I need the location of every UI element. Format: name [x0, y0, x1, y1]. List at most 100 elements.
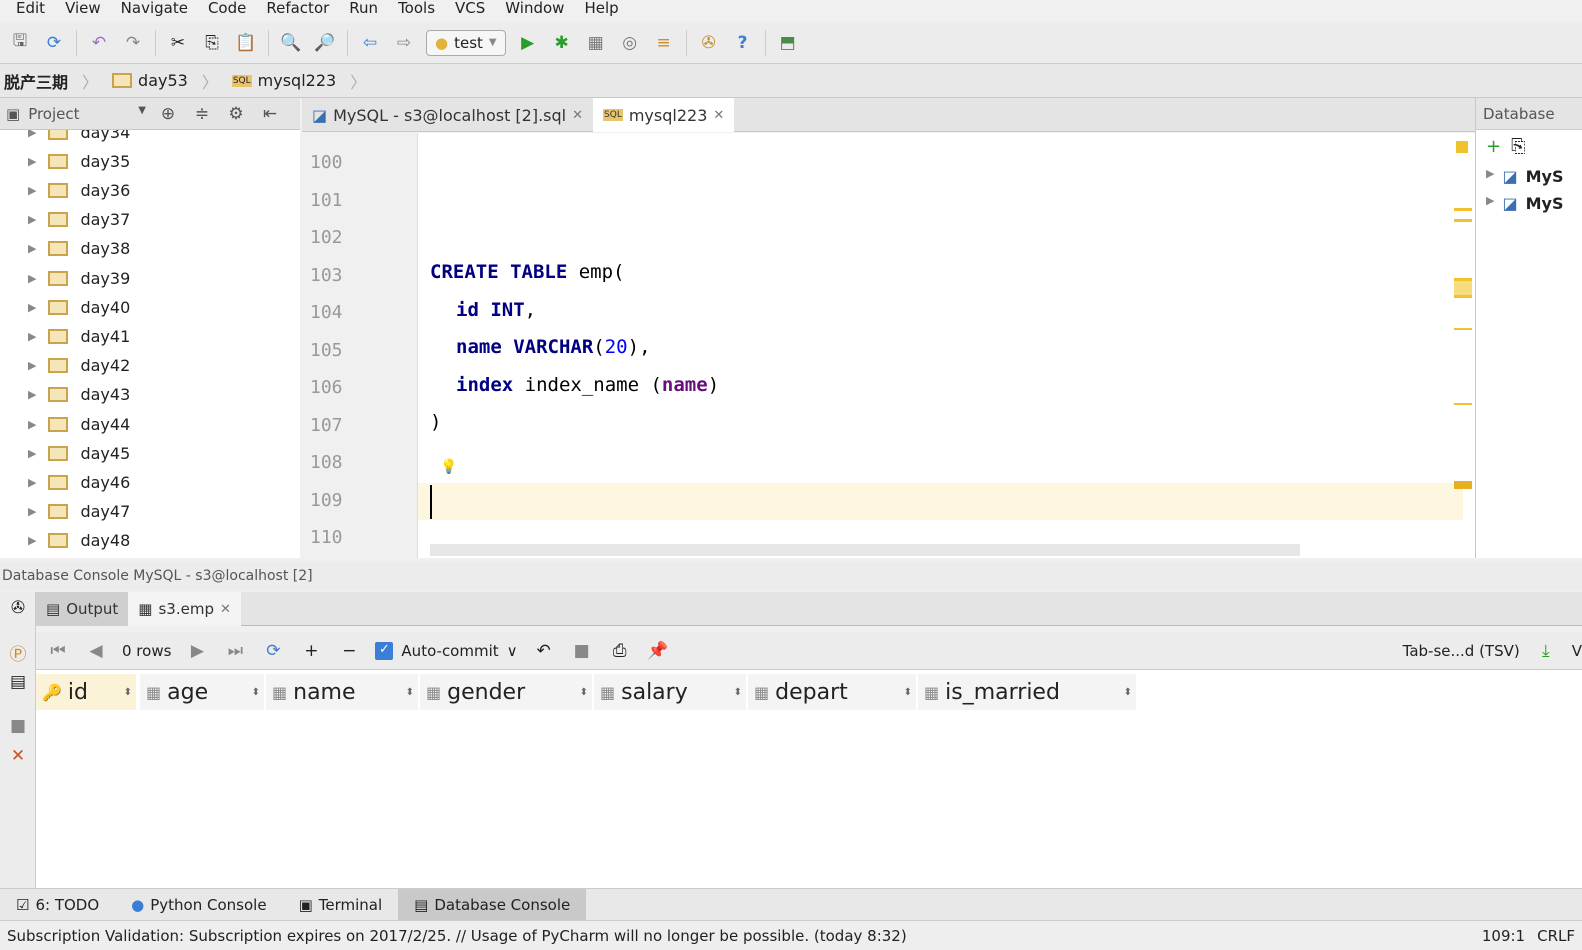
tab-mysql-console[interactable]: ◪ MySQL - s3@localhost [2].sql ✕ — [302, 98, 593, 132]
stop-icon[interactable]: ■ — [6, 714, 30, 738]
tab-mysql223[interactable]: SQL mysql223 ✕ — [593, 98, 735, 132]
debug-icon[interactable]: ✱ — [550, 31, 574, 55]
expand-arrow-icon[interactable]: ▶ — [28, 534, 36, 547]
row-count[interactable]: 0 rows — [122, 642, 171, 660]
view-query-icon[interactable]: ⎙ — [608, 639, 632, 663]
menu-vcs[interactable]: VCS — [455, 0, 485, 20]
project-view-select[interactable]: ▣ Project ▼ — [6, 105, 146, 123]
tab-terminal[interactable]: ▣ Terminal — [283, 889, 399, 920]
column-header[interactable]: ▦ age ⬍ — [140, 674, 264, 710]
status-message[interactable]: Subscription Validation: Subscription ex… — [7, 927, 907, 945]
tree-folder[interactable]: ▶ day43 — [28, 383, 130, 407]
layout-icon[interactable]: ▤ — [6, 670, 30, 694]
rollback-icon[interactable]: ↶ — [532, 639, 556, 663]
concurrency-icon[interactable]: ≡ — [652, 31, 676, 55]
menu-window[interactable]: Window — [505, 0, 564, 20]
undo-icon[interactable]: ↶ — [87, 31, 111, 55]
menu-run[interactable]: Run — [349, 0, 378, 20]
expand-arrow-icon[interactable]: ▶ — [28, 213, 36, 226]
export-format-select[interactable]: Tab-se...d (TSV) — [1403, 642, 1520, 660]
settings-wrench-icon[interactable]: ✇ — [697, 31, 721, 55]
expand-arrow-icon[interactable]: ▶ — [28, 388, 36, 401]
expand-arrow-icon[interactable]: ▶ — [28, 130, 36, 139]
delete-row-icon[interactable]: − — [337, 639, 361, 663]
pin-icon[interactable]: 📌 — [646, 639, 670, 663]
tree-folder[interactable]: ▶ day39 — [28, 266, 130, 290]
horizontal-scrollbar[interactable] — [430, 544, 1300, 556]
tab-python-console[interactable]: ● Python Console — [115, 889, 282, 920]
autocommit-checkbox[interactable]: ✓ Auto-commit ∨ — [375, 641, 518, 660]
expand-arrow-icon[interactable]: ▶ — [28, 505, 36, 518]
datasource-item[interactable]: ▶ ◪ MyS — [1476, 190, 1582, 217]
profile-icon[interactable]: ◎ — [618, 31, 642, 55]
help-icon[interactable]: ? — [731, 31, 755, 55]
close-icon[interactable]: ✕ — [713, 108, 724, 123]
menu-code[interactable]: Code — [208, 0, 246, 20]
breadcrumb-day53[interactable]: day53 — [112, 71, 188, 90]
column-header[interactable]: ▦ gender ⬍ — [420, 674, 592, 710]
sort-icon[interactable]: ⬍ — [252, 687, 260, 698]
vcs-icon[interactable]: ⬒ — [776, 31, 800, 55]
settings-icon[interactable]: ✇ — [6, 596, 30, 620]
run-config-select[interactable]: ● test ▼ — [426, 29, 506, 56]
breadcrumb-root[interactable]: 脱产三期 — [4, 69, 68, 93]
cut-icon[interactable]: ✂ — [166, 31, 190, 55]
expand-arrow-icon[interactable]: ▶ — [28, 476, 36, 489]
sort-icon[interactable]: ⬍ — [734, 687, 742, 698]
tree-folder[interactable]: ▶ day46 — [28, 470, 130, 494]
expand-arrow-icon[interactable]: ▶ — [28, 272, 36, 285]
tree-folder[interactable]: ▶ day36 — [28, 178, 130, 202]
tree-folder[interactable]: ▶ day44 — [28, 412, 130, 436]
sort-icon[interactable]: ⬍ — [124, 687, 132, 698]
next-page-icon[interactable]: ▶ — [185, 639, 209, 663]
stop-icon[interactable]: ■ — [570, 639, 594, 663]
expand-arrow-icon[interactable]: ▶ — [28, 184, 36, 197]
copy-icon[interactable]: ⎘ — [200, 31, 224, 55]
tree-folder[interactable]: ▶ day41 — [28, 324, 130, 348]
locate-icon[interactable]: ⊕ — [156, 102, 180, 126]
paste-icon[interactable]: 📋 — [234, 31, 258, 55]
close-icon[interactable]: ✕ — [572, 108, 583, 123]
tree-folder[interactable]: ▶ day42 — [28, 354, 130, 378]
view-button[interactable]: V — [1572, 642, 1582, 660]
expand-arrow-icon[interactable]: ▶ — [28, 242, 36, 255]
menu-help[interactable]: Help — [584, 0, 618, 20]
expand-arrow-icon[interactable]: ▶ — [28, 447, 36, 460]
expand-arrow-icon[interactable]: ▶ — [28, 330, 36, 343]
datasource-item[interactable]: ▶ ◪ MyS — [1476, 163, 1582, 190]
close-icon[interactable]: ✕ — [220, 602, 231, 617]
tree-folder[interactable]: ▶ day37 — [28, 208, 130, 232]
expand-arrow-icon[interactable]: ▶ — [28, 301, 36, 314]
close-icon[interactable]: ✕ — [6, 744, 30, 768]
tree-folder[interactable]: ▶ day48 — [28, 529, 130, 553]
menu-refactor[interactable]: Refactor — [266, 0, 329, 20]
result-grid[interactable]: 🔑 id ⬍ ▦ age ⬍ ▦ name ⬍ ▦ gender ⬍ ▦ salary ⬍ ▦ depart ⬍ ▦… — [36, 670, 1582, 888]
back-icon[interactable]: ⇦ — [358, 31, 382, 55]
hide-icon[interactable]: ⇤ — [258, 102, 282, 126]
column-header[interactable]: 🔑 id ⬍ — [36, 674, 136, 710]
menu-view[interactable]: View — [65, 0, 101, 20]
add-icon[interactable]: + — [1486, 136, 1501, 157]
save-icon[interactable]: 🖫 — [8, 31, 32, 55]
column-header[interactable]: ▦ salary ⬍ — [594, 674, 746, 710]
find-icon[interactable]: 🔍 — [279, 31, 303, 55]
refresh-icon[interactable]: ⟳ — [261, 639, 285, 663]
redo-icon[interactable]: ↷ — [121, 31, 145, 55]
breadcrumb-file[interactable]: SQL mysql223 — [231, 71, 336, 90]
tree-folder[interactable]: ▶ day45 — [28, 441, 130, 465]
sort-icon[interactable]: ⬍ — [406, 687, 414, 698]
parameter-icon[interactable]: Ⓟ — [6, 640, 30, 665]
tab-s3-emp[interactable]: ▦ s3.emp ✕ — [128, 592, 241, 626]
tree-folder[interactable]: ▶ day38 — [28, 237, 130, 261]
prev-page-icon[interactable]: ◀ — [84, 639, 108, 663]
expand-arrow-icon[interactable]: ▶ — [28, 418, 36, 431]
tab-output[interactable]: ▤ Output — [36, 592, 129, 626]
menu-navigate[interactable]: Navigate — [121, 0, 188, 20]
column-header[interactable]: ▦ name ⬍ — [266, 674, 418, 710]
column-header[interactable]: ▦ depart ⬍ — [748, 674, 916, 710]
replace-icon[interactable]: 🔎 — [313, 31, 337, 55]
run-icon[interactable]: ▶ — [516, 31, 540, 55]
last-page-icon[interactable]: ⏭ — [223, 639, 247, 663]
expand-arrow-icon[interactable]: ▶ — [28, 359, 36, 372]
export-icon[interactable]: ⤓ — [1534, 639, 1558, 663]
